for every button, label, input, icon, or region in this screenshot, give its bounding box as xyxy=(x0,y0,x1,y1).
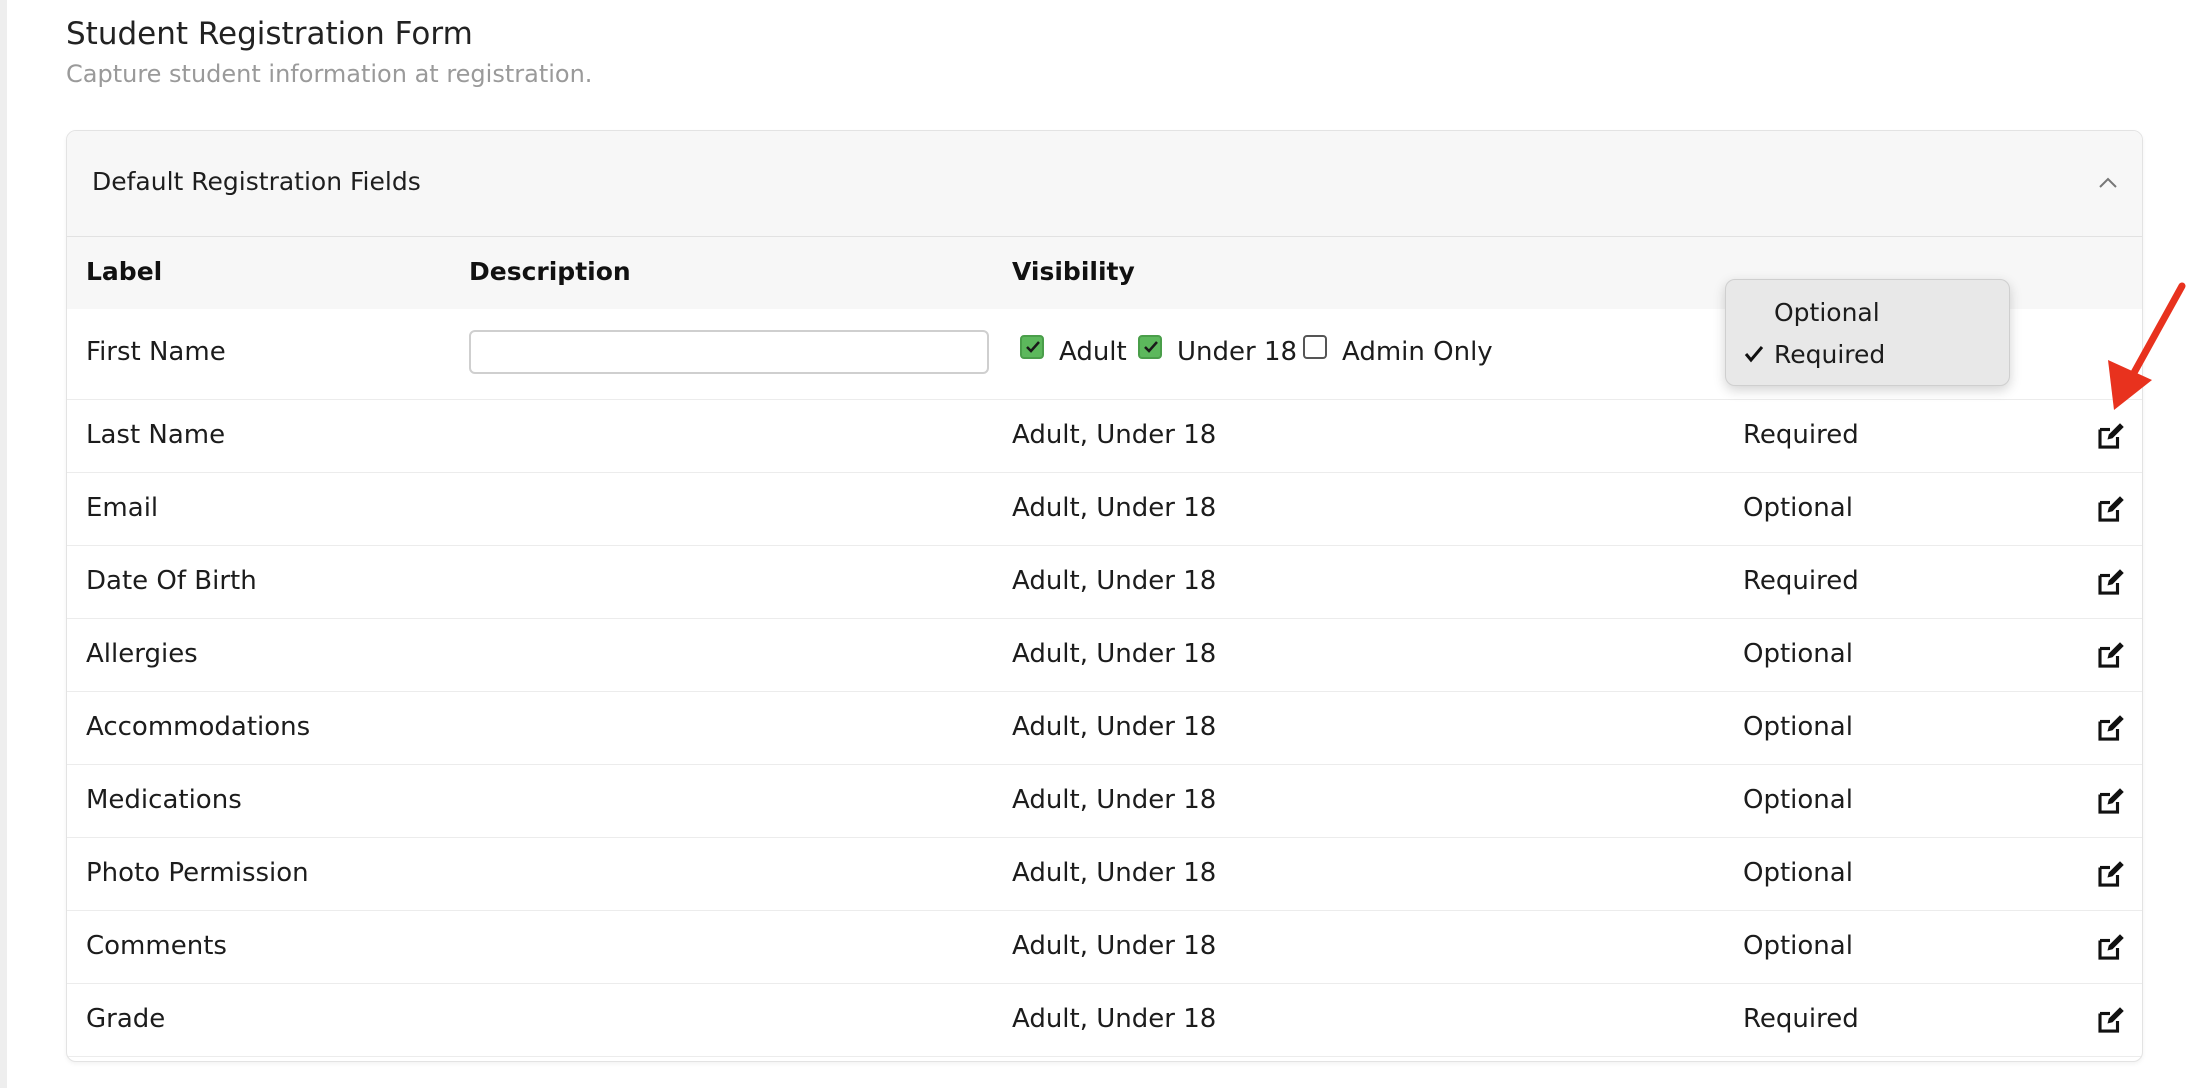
panel-header[interactable]: Default Registration Fields xyxy=(67,131,2142,237)
dropdown-option-label: Required xyxy=(1774,340,1886,369)
field-requirement: Required xyxy=(1743,420,1859,450)
requirement-dropdown-menu: Optional Required xyxy=(1725,279,2010,386)
field-label: Photo Permission xyxy=(86,858,309,888)
header-description: Description xyxy=(469,257,631,286)
panel-title: Default Registration Fields xyxy=(92,167,421,196)
under-18-checkbox[interactable] xyxy=(1138,335,1162,359)
table-row: Last Name Adult, Under 18 Required xyxy=(67,400,2142,473)
page-subtitle: Capture student information at registrat… xyxy=(66,60,593,88)
description-input[interactable] xyxy=(469,330,989,374)
page-title: Student Registration Form xyxy=(66,16,473,52)
field-label: First Name xyxy=(86,337,226,367)
edit-icon[interactable] xyxy=(2095,933,2125,963)
dropdown-option-optional[interactable]: Optional xyxy=(1726,292,2009,332)
field-visibility: Adult, Under 18 xyxy=(1012,1004,1217,1034)
edit-icon[interactable] xyxy=(2095,714,2125,744)
check-icon xyxy=(1744,346,1764,363)
edit-icon[interactable] xyxy=(2095,422,2125,452)
edit-icon[interactable] xyxy=(2095,860,2125,890)
field-label: Last Name xyxy=(86,420,226,450)
dropdown-option-required[interactable]: Required xyxy=(1726,334,2009,374)
arrow-icon xyxy=(2108,282,2186,410)
admin-only-checkbox[interactable] xyxy=(1303,335,1327,359)
field-requirement: Optional xyxy=(1743,785,1853,815)
field-label: Medications xyxy=(86,785,242,815)
field-requirement: Optional xyxy=(1743,712,1853,742)
field-visibility: Adult, Under 18 xyxy=(1012,712,1217,742)
field-visibility: Adult, Under 18 xyxy=(1012,858,1217,888)
field-requirement: Required xyxy=(1743,566,1859,596)
field-visibility: Adult, Under 18 xyxy=(1012,785,1217,815)
field-label: Email xyxy=(86,493,159,523)
edit-icon[interactable] xyxy=(2095,568,2125,598)
chevron-up-icon[interactable] xyxy=(2096,171,2120,195)
edit-icon[interactable] xyxy=(2095,495,2125,525)
table-row: Medications Adult, Under 18 Optional xyxy=(67,765,2142,838)
field-requirement: Optional xyxy=(1743,931,1853,961)
field-label: Allergies xyxy=(86,639,198,669)
field-requirement: Optional xyxy=(1743,493,1853,523)
field-visibility: Adult, Under 18 xyxy=(1012,566,1217,596)
field-label: Grade xyxy=(86,1004,166,1034)
field-requirement: Optional xyxy=(1743,639,1853,669)
header-label: Label xyxy=(86,257,163,286)
dropdown-option-label: Optional xyxy=(1774,298,1880,327)
field-label: Date Of Birth xyxy=(86,566,257,596)
field-requirement: Optional xyxy=(1743,858,1853,888)
under-18-checkbox-label: Under 18 xyxy=(1177,337,1298,367)
table-row: Email Adult, Under 18 Optional xyxy=(67,473,2142,546)
header-visibility: Visibility xyxy=(1012,257,1135,286)
edit-icon[interactable] xyxy=(2095,787,2125,817)
edit-icon[interactable] xyxy=(2095,641,2125,671)
field-rows: Last Name Adult, Under 18 Required Email Adu… xyxy=(67,400,2142,1057)
table-row: Photo Permission Adult, Under 18 Optional xyxy=(67,838,2142,911)
field-visibility: Adult, Under 18 xyxy=(1012,420,1217,450)
table-row: Comments Adult, Under 18 Optional xyxy=(67,911,2142,984)
field-label: Accommodations xyxy=(86,712,311,742)
admin-only-checkbox-label: Admin Only xyxy=(1342,337,1493,367)
left-gutter xyxy=(0,0,7,1088)
registration-fields-panel: Default Registration Fields Label Descri… xyxy=(66,130,2143,1062)
field-label: Comments xyxy=(86,931,227,961)
table-row: Accommodations Adult, Under 18 Optional xyxy=(67,692,2142,765)
field-visibility: Adult, Under 18 xyxy=(1012,639,1217,669)
table-row: Date Of Birth Adult, Under 18 Required xyxy=(67,546,2142,619)
field-requirement: Required xyxy=(1743,1004,1859,1034)
table-row: Grade Adult, Under 18 Required xyxy=(67,984,2142,1057)
adult-checkbox-label: Adult xyxy=(1059,337,1127,367)
table-row: Allergies Adult, Under 18 Optional xyxy=(67,619,2142,692)
adult-checkbox[interactable] xyxy=(1020,335,1044,359)
field-visibility: Adult, Under 18 xyxy=(1012,931,1217,961)
edit-icon[interactable] xyxy=(2095,1006,2125,1036)
field-visibility: Adult, Under 18 xyxy=(1012,493,1217,523)
